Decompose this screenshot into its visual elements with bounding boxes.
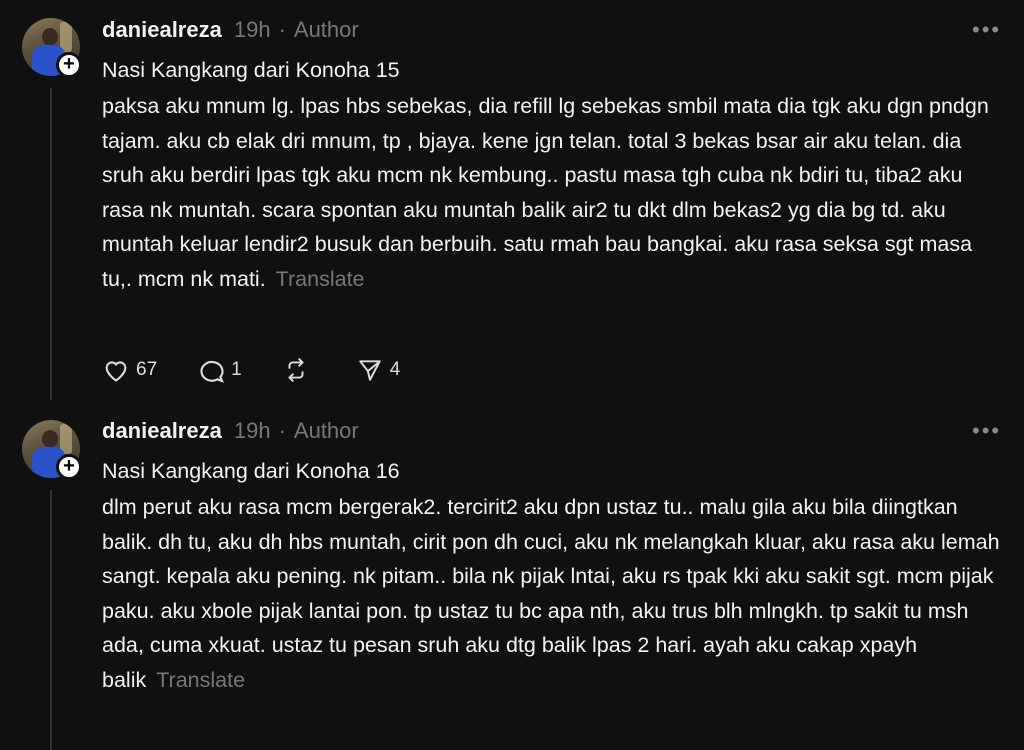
post-title: Nasi Kangkang dari Konoha 16 bbox=[102, 459, 400, 483]
thread-line bbox=[50, 490, 52, 750]
share-count: 4 bbox=[389, 359, 401, 380]
send-icon bbox=[358, 360, 381, 381]
heart-icon bbox=[105, 361, 127, 382]
thread-line bbox=[50, 88, 52, 400]
repost-icon bbox=[287, 358, 304, 382]
reply-count: 1 bbox=[231, 359, 242, 380]
action-bar: 67 1 4 bbox=[102, 357, 440, 383]
like-count: 67 bbox=[136, 359, 158, 380]
avatar-wrap[interactable]: + bbox=[22, 18, 82, 78]
post-header: daniealreza 19h · Author bbox=[102, 416, 359, 446]
timestamp: 19h bbox=[233, 17, 271, 42]
username[interactable]: daniealreza bbox=[102, 418, 222, 444]
separator-dot: · bbox=[278, 418, 286, 443]
repost-button[interactable] bbox=[282, 357, 316, 383]
like-button[interactable]: 67 bbox=[102, 357, 157, 383]
post-body-text: dlm perut aku rasa mcm bergerak2. tercir… bbox=[102, 495, 1000, 692]
separator-dot: · bbox=[278, 17, 286, 42]
username[interactable]: daniealreza bbox=[102, 17, 222, 43]
translate-link[interactable]: Translate bbox=[156, 668, 245, 692]
comment-icon bbox=[200, 361, 225, 383]
author-label: Author bbox=[293, 17, 359, 42]
post-body: dlm perut aku rasa mcm bergerak2. tercir… bbox=[102, 490, 1002, 697]
more-icon[interactable]: ••• bbox=[972, 17, 1001, 43]
translate-link[interactable]: Translate bbox=[276, 267, 365, 291]
timestamp: 19h bbox=[233, 418, 271, 443]
avatar-wrap[interactable]: + bbox=[22, 420, 82, 480]
post-header: daniealreza 19h · Author bbox=[102, 15, 359, 45]
post-title: Nasi Kangkang dari Konoha 15 bbox=[102, 58, 400, 82]
share-button[interactable]: 4 bbox=[356, 357, 401, 383]
follow-plus-icon[interactable]: + bbox=[56, 454, 82, 480]
post-body-text: paksa aku mnum lg. lpas hbs sebekas, dia… bbox=[102, 94, 989, 291]
more-icon[interactable]: ••• bbox=[972, 418, 1001, 444]
reply-button[interactable]: 1 bbox=[197, 357, 242, 383]
follow-plus-icon[interactable]: + bbox=[56, 52, 82, 78]
author-label: Author bbox=[293, 418, 359, 443]
post-body: paksa aku mnum lg. lpas hbs sebekas, dia… bbox=[102, 89, 1002, 296]
